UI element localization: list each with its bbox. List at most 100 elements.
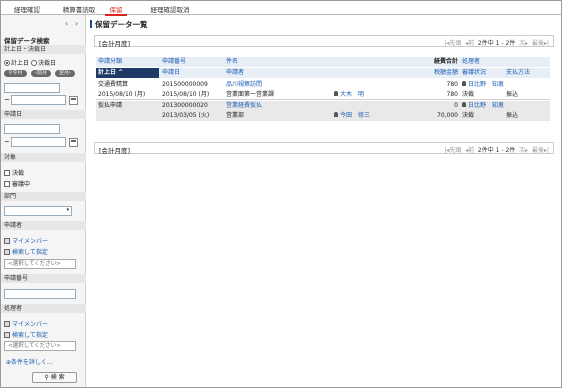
target-shinsei-option: 審議中 — [4, 179, 30, 188]
pager-range: 2件中 1 - 2件 — [477, 147, 516, 154]
tab-keiri-kakunin[interactable]: 経理確認 — [7, 4, 47, 14]
pager-nav: |◂先頭 ◂前 2件中 1 - 2件 次▸ 最後▸| — [444, 40, 549, 47]
pager-prev[interactable]: 前 — [468, 147, 474, 154]
table-row[interactable]: 仮払申請 201300000020 営業経費仮払 0 日比野 知恵 — [96, 101, 550, 111]
applicant-search-link[interactable]: 検索して指定 — [4, 247, 48, 256]
calendar-icon[interactable] — [69, 138, 78, 147]
applicant-my-member-link[interactable]: マイメンバー — [4, 236, 48, 245]
more-conditions-link[interactable]: ⊕条件を詳しく... — [6, 357, 53, 366]
date-type-radios: 計上日 決裁日 — [4, 58, 56, 67]
apply-no-section-header: 申請番号 — [1, 274, 86, 283]
pager-next[interactable]: 次 — [519, 40, 525, 47]
date-range-tilde: ~ — [4, 96, 10, 104]
table-row[interactable]: 2013/03/05 (火) 営業部 今田 修三 70,000 決裁 振込 — [96, 111, 550, 121]
date-from-input[interactable] — [4, 83, 60, 93]
search-sidebar: ‹ › 保留データ検索 計上日・決裁日 計上日 決裁日 ⚲今月 ‹前月 翌月› … — [1, 15, 86, 387]
date-section-header: 計上日・決裁日 — [1, 45, 86, 54]
search-button-label: 検 索 — [50, 374, 65, 381]
header-shinsei-bunrui[interactable]: 申請分類 — [98, 57, 158, 67]
cell-shorisha[interactable]: 日比野 知恵 — [462, 80, 522, 90]
pager-last[interactable]: 最後 — [532, 40, 544, 47]
user-icon — [462, 102, 466, 107]
pager-nav: |◂先頭 ◂前 2件中 1 - 2件 次▸ 最後▸| — [444, 147, 549, 154]
cell-keijobi: 2015/08/10 (月) — [98, 91, 146, 98]
cell-shorisha[interactable]: 日比野 知恵 — [462, 101, 522, 111]
cell-kenmei-link[interactable]: 品川視察訪問 — [226, 80, 326, 90]
grid-icon — [4, 332, 10, 338]
grid-icon — [4, 321, 10, 327]
applicant-section-header: 申請者 — [1, 221, 86, 230]
table-row[interactable]: 2015/08/10 (月) 2015/08/10 (月) 営業面第一営業課 大… — [96, 90, 550, 100]
cell-busho: 営業部 — [226, 112, 245, 119]
pager-prev[interactable]: 前 — [468, 40, 474, 47]
handler-select-input[interactable]: <選択してください> — [4, 341, 76, 351]
grid-icon — [4, 238, 10, 244]
tab-keiri-kakunin-torikeshi[interactable]: 経理確認取消 — [142, 4, 198, 14]
next-month-button[interactable]: 翌月› — [55, 70, 75, 77]
applicant-select-input[interactable]: <選択してください> — [4, 259, 76, 269]
sidebar-title: 保留データ検索 — [4, 37, 50, 45]
cell-busho: 営業面第一営業課 — [226, 91, 275, 98]
radio-keijo[interactable] — [4, 60, 10, 66]
search-assign-label: 検索して指定 — [12, 332, 48, 339]
user-icon — [462, 81, 466, 86]
date-to-input[interactable] — [11, 95, 66, 105]
apply-no-input[interactable] — [4, 289, 76, 299]
pager-first[interactable]: 先頭 — [449, 40, 461, 47]
pager-first[interactable]: 先頭 — [449, 147, 461, 154]
tab-horyu[interactable]: 保留 — [105, 4, 127, 16]
cell-status: 決裁 — [462, 91, 475, 98]
header-shiharai-hoho[interactable]: 支払方法 — [506, 68, 550, 78]
this-month-button[interactable]: ⚲今月 — [4, 70, 27, 77]
table-row[interactable]: 交通費精算 201500000009 品川視察訪問 780 日比野 知恵 — [96, 80, 550, 90]
header-shorisha[interactable]: 処理者 — [462, 57, 502, 67]
radio-kessai-label: 決裁日 — [37, 60, 56, 67]
bottom-pager: [会計月度] |◂先頭 ◂前 2件中 1 - 2件 次▸ 最後▸| — [94, 142, 554, 155]
cell-bunrui: 交通費精算 — [98, 81, 129, 88]
cell-shinseisha-name: 大木 明 — [340, 91, 365, 98]
my-member-label: マイメンバー — [12, 321, 49, 328]
next-month-label: 翌月 — [58, 70, 69, 76]
apply-date-from-input[interactable] — [4, 124, 60, 134]
cell-kenmei-link[interactable]: 営業経費仮払 — [226, 101, 326, 111]
kessai-checkbox[interactable] — [4, 170, 10, 176]
header-shingi-jokyo[interactable]: 審議状況 — [462, 68, 502, 78]
cell-shinseisha[interactable]: 今田 修三 — [334, 111, 394, 121]
calendar-icon[interactable] — [69, 96, 78, 105]
header-zeigaku[interactable]: 税額金額 — [418, 68, 458, 78]
handler-search-link[interactable]: 検索して指定 — [4, 330, 48, 339]
apply-date-section-header: 申請日 — [1, 110, 86, 119]
fiscal-month-label: [会計月度] — [99, 147, 131, 155]
cell-shinseisha[interactable]: 大木 明 — [334, 90, 394, 100]
pager-next[interactable]: 次 — [519, 147, 525, 154]
chevron-down-icon: ▾ — [66, 207, 69, 213]
header-shinseibi[interactable]: 申請日 — [162, 68, 224, 78]
header-kenmei[interactable]: 件名 — [226, 57, 326, 67]
shinsei-label: 審議中 — [12, 181, 31, 188]
pager-range: 2件中 1 - 2件 — [477, 40, 516, 47]
apply-date-to-input[interactable] — [11, 137, 66, 147]
cell-shinseibi: 2015/08/10 (月) — [162, 91, 210, 98]
radio-kessai[interactable] — [30, 60, 37, 66]
header-shinseisha[interactable]: 申請者 — [226, 68, 326, 78]
apply-date-tilde: ~ — [4, 138, 10, 146]
header-keijobi-sorted[interactable]: 計上日 ^ — [96, 68, 159, 78]
kessai-label: 決裁 — [12, 170, 25, 177]
header-shinsei-bango[interactable]: 申請番号 — [162, 57, 224, 67]
pager-last[interactable]: 最後 — [532, 147, 544, 154]
tab-bar: 経理確認 精算書読取 保留 経理確認取消 — [1, 1, 561, 16]
dept-section-header: 部門 — [1, 192, 86, 201]
handler-my-member-link[interactable]: マイメンバー — [4, 319, 48, 328]
sidebar-collapse-left-icon[interactable]: ‹ — [65, 19, 68, 28]
sidebar-collapse-right-icon[interactable]: › — [75, 19, 78, 28]
cell-zeigaku: 780 — [446, 91, 458, 98]
shinsei-checkbox[interactable] — [4, 181, 10, 187]
search-button[interactable]: ⚲ 検 索 — [32, 372, 77, 383]
cell-bunrui: 仮払申請 — [98, 102, 123, 109]
tab-seisansho-yomitori[interactable]: 精算書読取 — [56, 4, 102, 14]
radio-keijo-label: 計上日 — [11, 60, 30, 67]
header-keihi-gokei: 経費合計 — [433, 58, 458, 65]
prev-month-button[interactable]: ‹前月 — [31, 70, 51, 77]
dept-select[interactable]: ▾ — [4, 206, 72, 216]
my-member-label: マイメンバー — [12, 238, 49, 245]
